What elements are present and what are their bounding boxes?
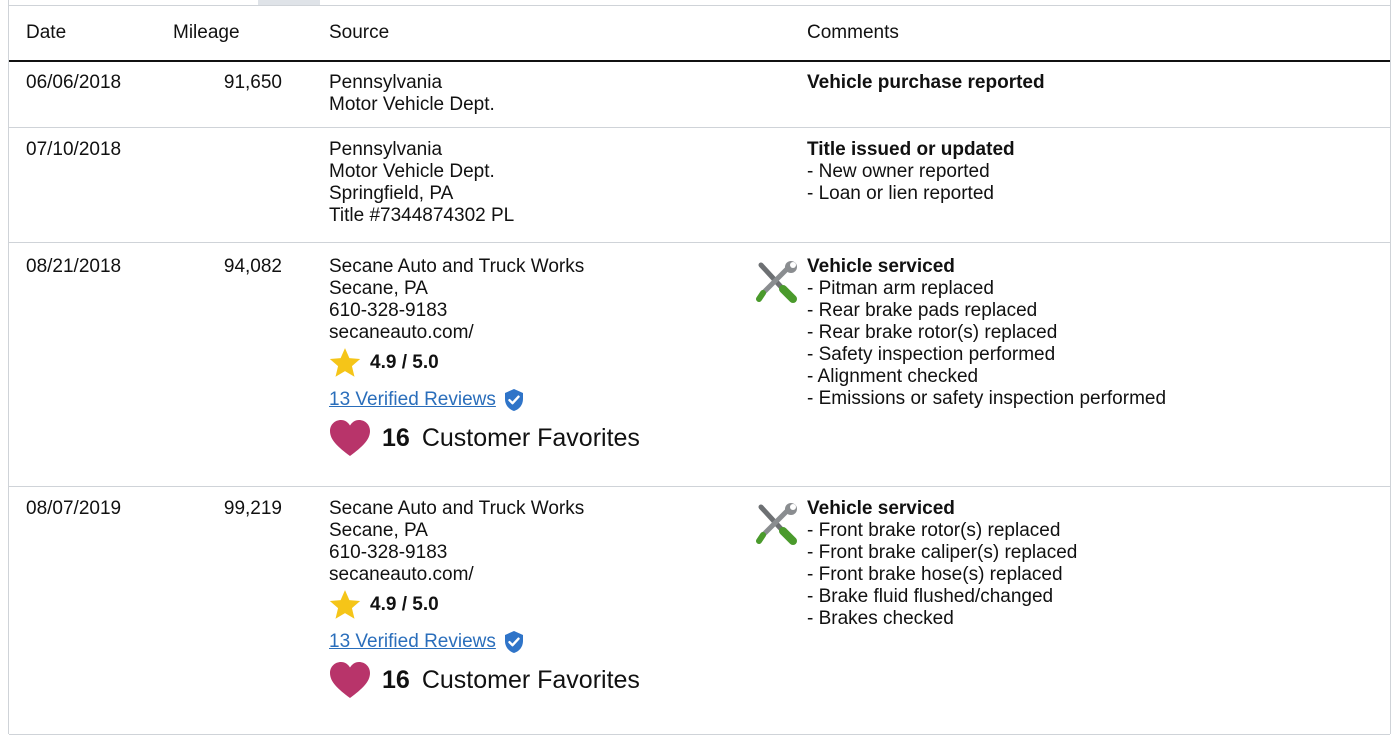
comment-title: Title issued or updated (807, 139, 1015, 160)
comment-item: - Safety inspection performed (807, 344, 1056, 365)
favorites-count: 16 (382, 424, 410, 452)
source-line: Pennsylvania (329, 72, 443, 93)
row-date: 08/07/2019 (26, 498, 122, 519)
star-icon (329, 590, 361, 619)
comment-item: - New owner reported (807, 161, 990, 182)
header-date: Date (26, 22, 67, 43)
header-mileage: Mileage (173, 22, 240, 43)
customer-favorites: 16 Customer Favorites (329, 418, 640, 458)
comment-item: - Front brake rotor(s) replaced (807, 520, 1061, 541)
row-date: 07/10/2018 (26, 139, 122, 160)
rating-value: 4.9 / 5.0 (370, 352, 439, 373)
row-date: 08/21/2018 (26, 256, 122, 277)
table-row: 06/06/2018 91,650 Pennsylvania Motor Veh… (9, 62, 1390, 128)
comment-title: Vehicle serviced (807, 256, 955, 277)
source-line: Secane, PA (329, 520, 428, 541)
shop-rating: 4.9 / 5.0 (329, 590, 640, 620)
verified-badge-icon (504, 389, 523, 411)
row-mileage: 94,082 (223, 256, 282, 277)
row-mileage: 99,219 (223, 498, 282, 519)
verified-badge-icon (504, 631, 523, 653)
comment-item: - Brakes checked (807, 608, 954, 629)
favorites-label: Customer Favorites (421, 424, 640, 452)
comment-title: Vehicle purchase reported (807, 72, 1045, 93)
table-row: 07/10/2018 Pennsylvania Motor Vehicle De… (9, 128, 1390, 243)
row-source: Pennsylvania Motor Vehicle Dept. Springf… (329, 139, 514, 227)
comment-item: - Front brake hose(s) replaced (807, 564, 1063, 585)
row-comments: Vehicle serviced - Pitman arm replaced -… (807, 256, 1166, 410)
comment-item: - Rear brake pads replaced (807, 300, 1038, 321)
source-line: Title #7344874302 PL (329, 205, 515, 226)
wrench-screwdriver-icon (756, 503, 797, 545)
row-date: 06/06/2018 (26, 72, 122, 93)
source-line: secaneauto.com/ (329, 322, 474, 343)
source-line: secaneauto.com/ (329, 564, 474, 585)
table-row: 08/07/2019 99,219 Secane Auto and Truck … (9, 487, 1390, 735)
source-line: Pennsylvania (329, 139, 443, 160)
comment-item: - Pitman arm replaced (807, 278, 994, 299)
favorites-count: 16 (382, 666, 410, 694)
wrench-screwdriver-icon (756, 261, 797, 303)
source-line: 610-328-9183 (329, 300, 448, 321)
row-source: Secane Auto and Truck Works Secane, PA 6… (329, 498, 640, 700)
source-line: Motor Vehicle Dept. (329, 94, 495, 115)
header-source: Source (329, 22, 390, 43)
table-row: 08/21/2018 94,082 Secane Auto and Truck … (9, 243, 1390, 487)
customer-favorites: 16 Customer Favorites (329, 660, 640, 700)
reviews-row: 13 Verified Reviews (329, 388, 640, 412)
comment-title: Vehicle serviced (807, 498, 955, 519)
source-line: 610-328-9183 (329, 542, 448, 563)
row-source: Pennsylvania Motor Vehicle Dept. (329, 72, 495, 116)
row-comments: Title issued or updated - New owner repo… (807, 139, 1015, 205)
comment-item: - Emissions or safety inspection perform… (807, 388, 1167, 409)
table-header: Date Mileage Source Comments (9, 6, 1390, 62)
row-comments: Vehicle serviced - Front brake rotor(s) … (807, 498, 1077, 630)
verified-reviews-link[interactable]: 13 Verified Reviews (329, 631, 496, 653)
comment-item: - Alignment checked (807, 366, 979, 387)
row-mileage: 91,650 (223, 72, 282, 93)
source-line: Secane, PA (329, 278, 428, 299)
row-comments: Vehicle purchase reported (807, 72, 1045, 94)
row-source: Secane Auto and Truck Works Secane, PA 6… (329, 256, 640, 458)
verified-reviews-link[interactable]: 13 Verified Reviews (329, 389, 496, 411)
source-line: Springfield, PA (329, 183, 454, 204)
source-line: Motor Vehicle Dept. (329, 161, 495, 182)
heart-icon (330, 420, 370, 456)
star-icon (329, 348, 361, 377)
comment-item: - Brake fluid flushed/changed (807, 586, 1054, 607)
rating-value: 4.9 / 5.0 (370, 594, 439, 615)
source-line: Secane Auto and Truck Works (329, 256, 585, 277)
source-line: Secane Auto and Truck Works (329, 498, 585, 519)
header-comments: Comments (807, 22, 899, 43)
comment-item: - Front brake caliper(s) replaced (807, 542, 1078, 563)
comment-item: - Loan or lien reported (807, 183, 994, 204)
shop-rating: 4.9 / 5.0 (329, 348, 640, 378)
heart-icon (330, 662, 370, 698)
favorites-label: Customer Favorites (421, 666, 640, 694)
comment-item: - Rear brake rotor(s) replaced (807, 322, 1058, 343)
reviews-row: 13 Verified Reviews (329, 630, 640, 654)
